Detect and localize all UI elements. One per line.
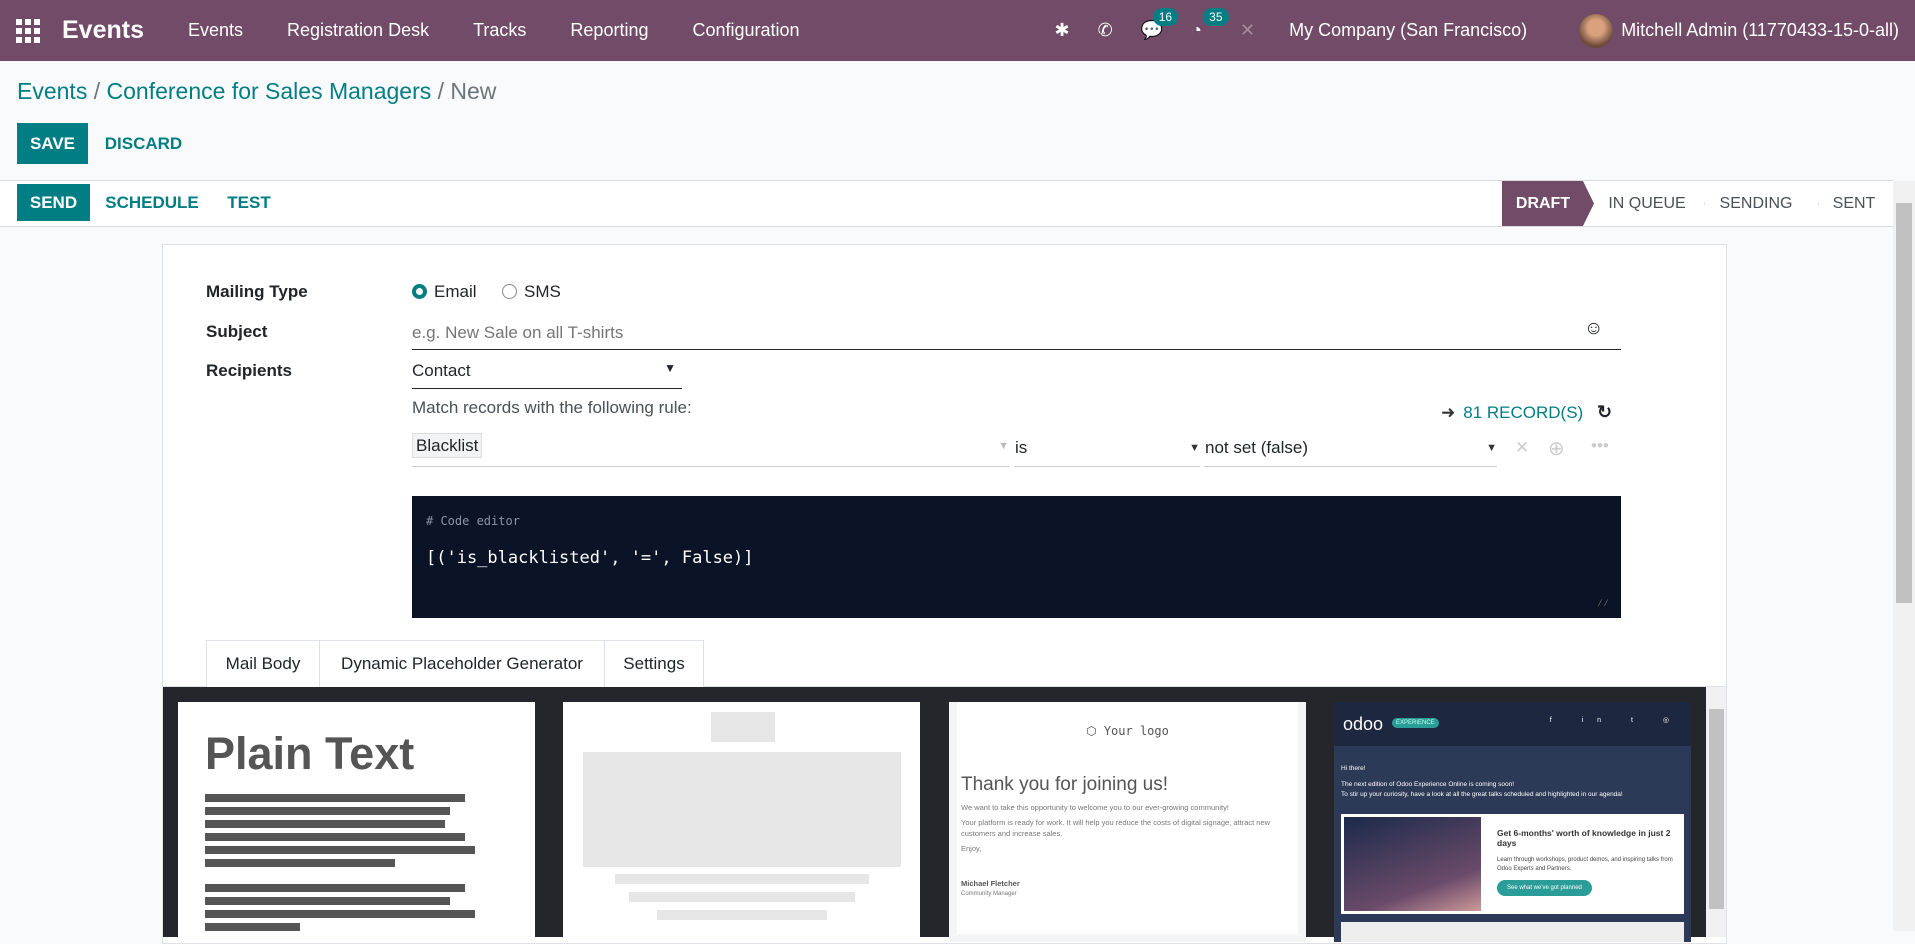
company-switcher[interactable]: My Company (San Francisco) [1289,20,1527,41]
rule-operator-select[interactable]: is ▼ [1015,438,1200,458]
save-button[interactable]: SAVE [17,123,88,164]
event-cta-button: See what we've got planned [1497,880,1592,896]
refresh-icon[interactable]: ↻ [1597,402,1612,423]
caret-down-icon: ▼ [998,440,1009,452]
menu-events[interactable]: Events [188,20,243,41]
event-card: Get 6-months' worth of knowledge in just… [1341,814,1684,914]
radio-unchecked-icon[interactable] [502,284,517,299]
sms-option-label: SMS [524,282,561,301]
experience-tag: EXPERIENCE [1392,718,1439,728]
tab-mail-body[interactable]: Mail Body [206,640,320,687]
tools-icon[interactable]: ✕ [1240,20,1255,41]
radio-checked-icon[interactable] [412,284,427,299]
rule-field-select[interactable]: Blacklist ▼ [412,433,1009,466]
more-options-icon[interactable]: ••• [1591,436,1609,456]
top-navbar: Events Events Registration Desk Tracks R… [0,0,1915,61]
stage-draft: DRAFT [1502,181,1594,226]
rule-operator-underline [1014,466,1200,467]
activities-badge: 35 [1203,8,1229,26]
debug-bug-icon[interactable]: ✱ [1055,20,1070,41]
rule-field-value: Blacklist [412,433,483,458]
breadcrumb-event[interactable]: Conference for Sales Managers [107,78,432,104]
phone-icon[interactable]: ✆ [1098,20,1113,41]
tab-settings[interactable]: Settings [604,640,704,687]
welcome-logo: ⬡ Your logo [1086,724,1169,738]
mailing-type-email[interactable]: Email [412,282,477,302]
divider [0,226,1893,227]
welcome-body: We want to take this opportunity to welc… [961,803,1271,897]
stage-sent: SENT [1832,194,1876,212]
menu-registration-desk[interactable]: Registration Desk [287,20,429,41]
messages-badge: 16 [1152,8,1179,26]
activities-clock-icon[interactable]: ◔ 35 [1191,8,1229,41]
subject-input[interactable] [412,318,1592,348]
resize-handle-icon[interactable]: ⁄⁄ [1597,598,1609,610]
menu-tracks[interactable]: Tracks [473,20,526,41]
mailing-type-sms[interactable]: SMS [502,282,561,302]
code-editor[interactable]: # Code editor [('is_blacklisted', '=', F… [412,496,1621,618]
send-button[interactable]: SEND [17,184,90,221]
template-welcome[interactable]: ⬡ Your logo Thank you for joining us! We… [949,702,1306,942]
template-scrollbar[interactable] [1706,687,1726,937]
rule-value-text: not set (false) [1205,438,1308,457]
records-count-link[interactable]: ➜ 81 RECORD(S) [1441,403,1583,423]
emoji-icon[interactable]: ☺ [1584,318,1603,340]
test-button[interactable]: TEST [214,184,284,221]
rule-value-select[interactable]: not set (false) ▼ [1205,438,1497,458]
breadcrumb-separator: / [431,78,451,104]
caret-down-icon: ▼ [1486,442,1497,454]
rule-description: Match records with the following rule: [412,398,692,417]
template-blank[interactable] [563,702,920,942]
menu-reporting[interactable]: Reporting [570,20,648,41]
page-scrollbar[interactable] [1893,181,1915,931]
breadcrumb: Events / Conference for Sales Managers /… [17,78,496,105]
code-editor-comment: # Code editor [426,514,520,528]
arrow-right-icon: ➜ [1441,403,1456,422]
caret-down-icon: ▼ [664,361,676,375]
social-icons: f in t ◎ [1549,717,1683,724]
caret-down-icon: ▼ [1189,442,1200,454]
add-rule-icon[interactable]: ⊕ [1548,436,1565,461]
rule-value-underline [1204,466,1497,467]
recipients-label: Recipients [206,361,292,380]
speaker-image [1344,817,1481,911]
email-option-label: Email [434,282,477,301]
messages-icon[interactable]: 💬 16 [1141,8,1179,41]
breadcrumb-events[interactable]: Events [17,78,87,104]
tab-dynamic-placeholder-generator[interactable]: Dynamic Placeholder Generator [319,640,605,687]
discard-button[interactable]: DISCARD [96,123,191,164]
logo-icon: ⬡ [1086,724,1104,738]
stage-in-queue: IN QUEUE [1608,194,1686,212]
apps-menu-icon[interactable] [16,17,44,45]
subject-underline [412,349,1621,350]
rule-operator-value: is [1015,438,1028,457]
subject-label: Subject [206,322,268,341]
breadcrumb-current: New [450,78,497,104]
delete-rule-icon[interactable]: ✕ [1515,438,1529,458]
recipients-underline [412,388,682,389]
event-intro: Hi there! The next edition of Odoo Experi… [1341,765,1623,798]
recipients-value: Contact [412,361,471,380]
user-menu[interactable]: Mitchell Admin (11770433-15-0-all) [1621,20,1899,41]
menu-configuration[interactable]: Configuration [692,20,799,41]
code-editor-text: [('is_blacklisted', '=', False)] [426,548,754,568]
schedule-button[interactable]: SCHEDULE [98,184,206,221]
odoo-logo: odoo [1343,714,1384,734]
app-name[interactable]: Events [62,16,144,45]
template-event[interactable]: odoo EXPERIENCE f in t ◎ Hi there! The ne… [1334,702,1691,942]
mailing-type-label: Mailing Type [206,282,308,301]
breadcrumb-separator: / [87,78,107,104]
plain-text-title: Plain Text [205,728,415,779]
rule-field-underline [412,466,1009,467]
stage-sending: SENDING [1719,194,1793,212]
welcome-title: Thank you for joining us! [961,774,1169,795]
template-plain-text[interactable]: Plain Text [178,702,535,942]
user-avatar[interactable] [1579,13,1614,48]
recipients-select[interactable]: Contact ▼ [412,361,682,381]
